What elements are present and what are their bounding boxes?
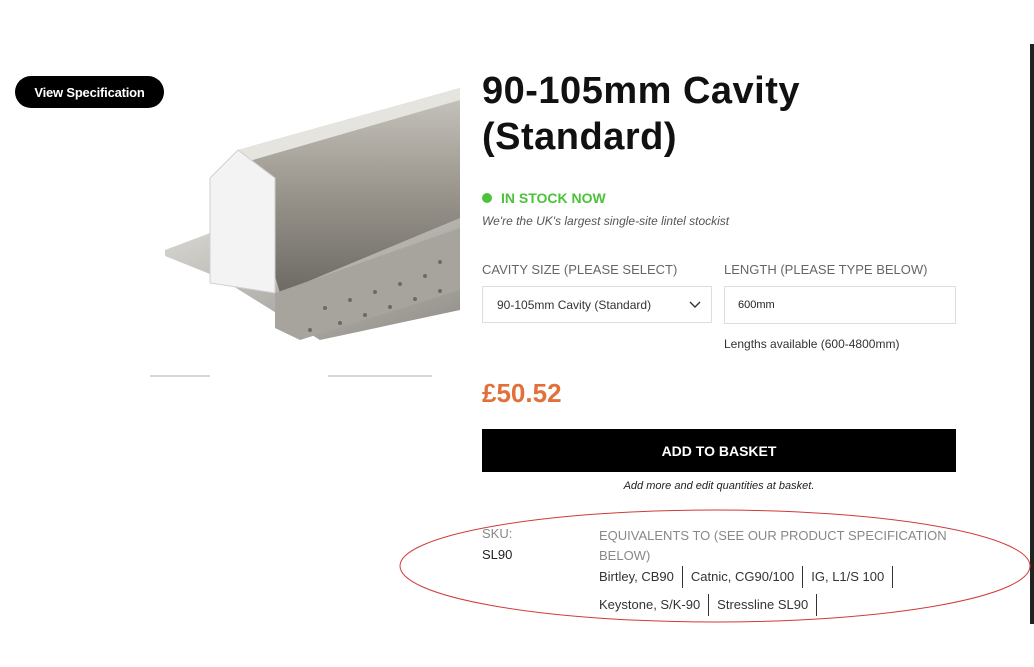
stock-dot-icon xyxy=(482,193,492,203)
equivalent-item: IG, L1/S 100 xyxy=(803,566,894,588)
length-input[interactable] xyxy=(724,286,956,324)
equivalent-item: Birtley, CB90 xyxy=(599,566,683,588)
add-to-basket-button[interactable]: ADD TO BASKET xyxy=(482,429,956,472)
equivalents-list: Birtley, CB90 Catnic, CG90/100 IG, L1/S … xyxy=(599,566,939,622)
cavity-size-label: CAVITY SIZE (PLEASE SELECT) xyxy=(482,262,678,277)
equivalents-label: EQUIVALENTS TO (SEE OUR PRODUCT SPECIFIC… xyxy=(599,528,947,563)
cavity-size-value: 90-105mm Cavity (Standard) xyxy=(497,297,652,312)
length-helper-text: Lengths available (600-4800mm) xyxy=(724,337,900,351)
view-specification-label: View Specification xyxy=(34,84,145,100)
add-to-basket-label: ADD TO BASKET xyxy=(661,442,777,459)
sku-label: SKU: xyxy=(482,526,513,541)
equivalent-item: Stressline SL90 xyxy=(709,594,818,616)
product-image xyxy=(150,88,460,377)
equivalent-item: Catnic, CG90/100 xyxy=(683,566,804,588)
sku-value: SL90 xyxy=(482,547,513,562)
stock-status: IN STOCK NOW xyxy=(482,190,606,206)
cavity-size-select[interactable]: 90-105mm Cavity (Standard) xyxy=(482,286,712,323)
basket-note: Add more and edit quantities at basket. xyxy=(623,480,815,492)
view-specification-button[interactable]: View Specification xyxy=(15,76,164,108)
chevron-down-icon xyxy=(689,301,701,308)
length-label: LENGTH (PLEASE TYPE BELOW) xyxy=(724,262,928,277)
equivalent-item: Keystone, S/K-90 xyxy=(599,594,710,616)
stock-status-text: IN STOCK NOW xyxy=(501,190,606,206)
stockist-tagline: We're the UK's largest single-site linte… xyxy=(482,214,730,228)
scrollbar[interactable] xyxy=(1030,44,1034,624)
product-price: £50.52 xyxy=(482,378,562,408)
product-title: 90-105mm Cavity (Standard) xyxy=(482,70,801,158)
